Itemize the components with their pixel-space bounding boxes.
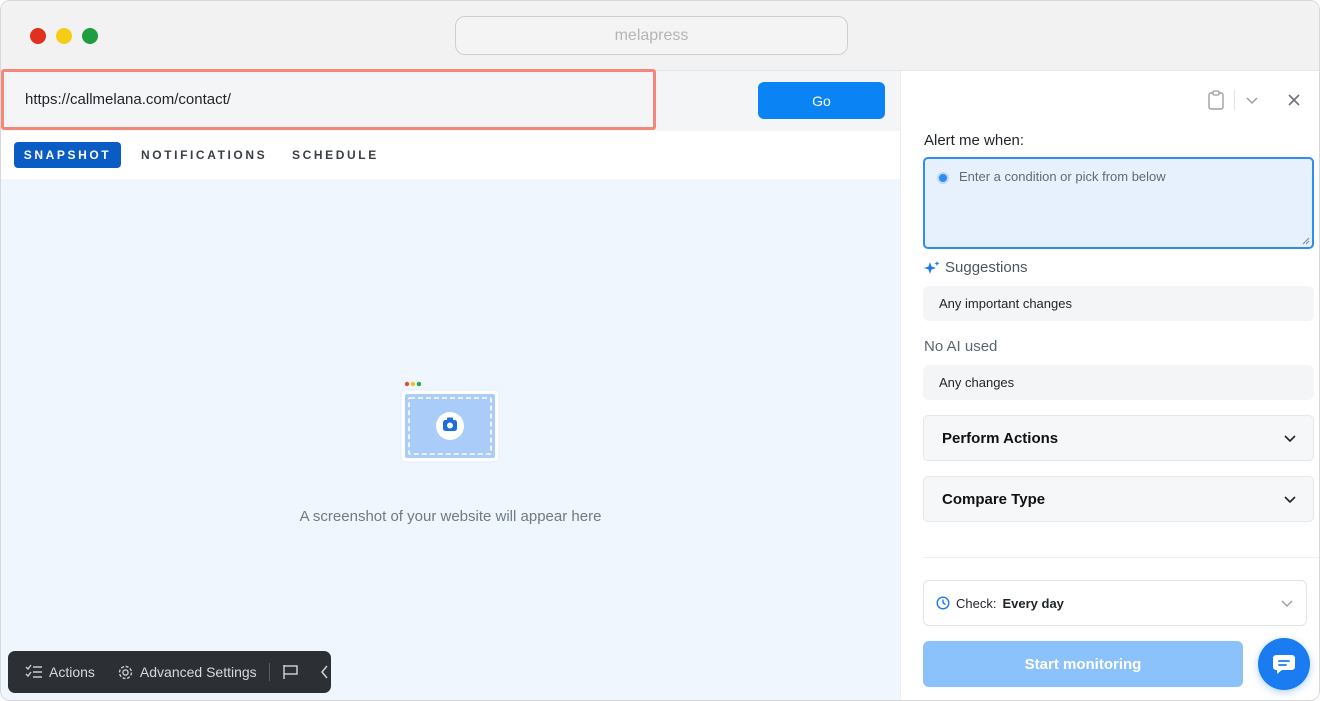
minimize-window-button[interactable] <box>56 28 72 44</box>
condition-placeholder: Enter a condition or pick from below <box>959 169 1166 184</box>
alert-me-when-label: Alert me when: <box>924 132 1025 149</box>
url-input[interactable]: https://callmelana.com/contact/ <box>1 69 656 130</box>
tab-notifications[interactable]: NOTIFICATIONS <box>141 142 267 168</box>
alert-panel: Alert me when: Enter a condition or pick… <box>900 71 1319 700</box>
perform-actions-accordion[interactable]: Perform Actions <box>923 415 1314 461</box>
check-label: Check: <box>956 595 997 611</box>
browser-address-bar[interactable]: melapress <box>455 16 848 55</box>
compare-type-accordion[interactable]: Compare Type <box>923 476 1314 522</box>
clipboard-icon[interactable] <box>1208 90 1224 110</box>
chat-icon <box>1273 655 1295 674</box>
clock-icon <box>936 596 950 610</box>
actions-label: Actions <box>49 664 95 680</box>
tab-schedule[interactable]: SCHEDULE <box>292 142 379 168</box>
compare-type-label: Compare Type <box>942 490 1046 508</box>
no-ai-heading: No AI used <box>924 338 998 355</box>
go-button[interactable]: Go <box>758 82 885 119</box>
checklist-icon <box>25 664 42 678</box>
app-window: melapress https://callmelana.com/contact… <box>0 0 1320 701</box>
tab-snapshot[interactable]: SNAPSHOT <box>14 142 121 168</box>
actions-button[interactable]: Actions <box>25 664 95 680</box>
check-value: Every day <box>1002 595 1064 611</box>
advanced-settings-button[interactable]: Advanced Settings <box>117 664 257 681</box>
panel-header-actions <box>1208 90 1301 110</box>
condition-bullet-icon <box>937 172 949 184</box>
toolbar-divider <box>268 663 270 681</box>
screenshot-placeholder-icon <box>400 381 500 463</box>
close-window-button[interactable] <box>30 28 46 44</box>
resize-handle-icon[interactable] <box>1302 237 1310 245</box>
screenshot-placeholder-text: A screenshot of your website will appear… <box>299 508 602 525</box>
bottom-toolbar: Actions Advanced Settings <box>8 651 331 693</box>
suggestions-heading: Suggestions <box>924 259 1028 276</box>
option-any-changes[interactable]: Any changes <box>923 365 1314 400</box>
tab-bar: SNAPSHOT NOTIFICATIONS SCHEDULE <box>1 131 900 179</box>
gear-icon <box>118 665 133 679</box>
check-frequency-select[interactable]: Check: Every day <box>923 580 1307 626</box>
chevron-down-icon[interactable] <box>1245 95 1259 105</box>
condition-input[interactable]: Enter a condition or pick from below <box>923 157 1314 249</box>
chevron-down-icon <box>1281 600 1293 608</box>
section-divider <box>923 557 1319 558</box>
flag-icon[interactable] <box>282 664 300 680</box>
header-divider <box>1234 90 1235 110</box>
maximize-window-button[interactable] <box>82 28 98 44</box>
title-bar: melapress <box>1 1 1319 71</box>
chevron-down-icon <box>1284 496 1296 504</box>
suggestion-important-changes[interactable]: Any important changes <box>923 286 1314 321</box>
close-icon[interactable] <box>1287 93 1301 107</box>
chat-support-button[interactable] <box>1258 638 1310 690</box>
preview-area: https://callmelana.com/contact/ Go SNAPS… <box>1 69 900 700</box>
start-monitoring-button[interactable]: Start monitoring <box>923 641 1243 687</box>
suggestions-label: Suggestions <box>945 259 1028 276</box>
url-bar: https://callmelana.com/contact/ Go <box>1 69 900 131</box>
perform-actions-label: Perform Actions <box>942 429 1059 447</box>
chevron-down-icon <box>1284 435 1296 443</box>
chevron-left-icon[interactable] <box>320 665 330 679</box>
advanced-settings-label: Advanced Settings <box>139 664 257 680</box>
sparkle-icon <box>924 260 940 274</box>
